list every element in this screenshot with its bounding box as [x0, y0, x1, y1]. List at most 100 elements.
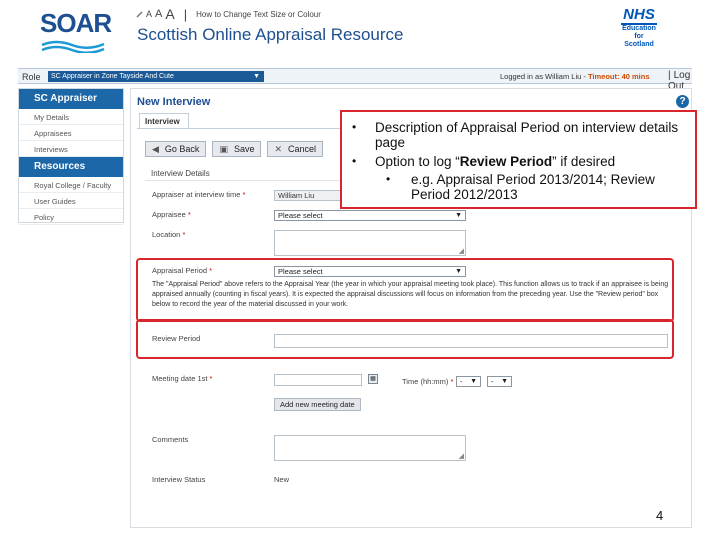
appraisee-label-text: Appraisee: [152, 210, 186, 219]
sidebar-item-policy[interactable]: Policy: [19, 209, 123, 225]
sidebar-item-royal-college[interactable]: Royal College / Faculty: [19, 177, 123, 193]
sub-bullet-marker: •: [386, 172, 391, 186]
required-marker: *: [209, 266, 213, 275]
save-label: Save: [233, 144, 255, 154]
meeting-date-label-text: Meeting date 1st: [152, 374, 208, 383]
text-size-small[interactable]: A: [146, 9, 152, 19]
nhs-logo-text: NHS: [621, 6, 657, 25]
callout-sub-bullet: e.g. Appraisal Period 2013/2014; Review …: [411, 172, 655, 202]
tab-interview[interactable]: Interview: [139, 113, 189, 128]
nhs-logo-line2: for: [634, 33, 644, 40]
sidebar-item-interviews[interactable]: Interviews: [19, 141, 123, 157]
meeting-date-label: Meeting date 1st *: [152, 374, 212, 383]
appraisee-select-value: Please select: [278, 211, 323, 220]
go-back-button[interactable]: ◀ Go Back: [145, 141, 207, 157]
help-icon[interactable]: ?: [676, 95, 689, 108]
bullet-marker: •: [352, 120, 357, 134]
role-label: Role: [22, 72, 41, 82]
time-hour-select[interactable]: - ▼: [456, 376, 481, 387]
page-title: New Interview: [137, 96, 211, 108]
time-label: Time (hh:mm) *: [402, 377, 453, 386]
interview-status-label: Interview Status: [152, 475, 206, 484]
timeout-text: Timeout: 40 mins: [587, 72, 650, 81]
back-arrow-icon: ◀: [152, 143, 159, 154]
add-meeting-date-button[interactable]: Add new meeting date: [274, 398, 361, 411]
callout-bullet-2: Option to log “Review Period” if desired: [375, 154, 693, 169]
location-textarea[interactable]: ◢: [274, 230, 466, 256]
required-marker: *: [182, 230, 186, 239]
nhs-logo-line1: Education: [622, 25, 656, 32]
close-icon: ✕: [274, 143, 283, 154]
text-size-controls: A A A | How to Change Text Size or Colou…: [136, 6, 321, 22]
logged-in-status: Logged in as William Liu - Timeout: 40 m…: [500, 72, 650, 81]
resize-grip-icon: ◢: [458, 248, 464, 255]
callout-bullet-1: Description of Appraisal Period on inter…: [375, 120, 679, 150]
required-marker: *: [242, 190, 246, 199]
required-marker: *: [187, 210, 191, 219]
chevron-down-icon: ▼: [253, 73, 260, 80]
callout-bullet-2-suffix: ” if desired: [552, 154, 616, 169]
callout-bullet-2-bold: Review Period: [459, 154, 553, 169]
cancel-label: Cancel: [288, 144, 317, 154]
appraiser-label-text: Appraiser at interview time: [152, 190, 241, 199]
annotation-callout: • Description of Appraisal Period on int…: [340, 110, 697, 209]
appraisee-select[interactable]: Please select ▼: [274, 210, 466, 221]
pencil-icon: [136, 10, 143, 18]
text-size-separator: |: [183, 6, 188, 22]
text-size-medium[interactable]: A: [155, 8, 162, 20]
appraiser-label: Appraiser at interview time *: [152, 190, 245, 199]
location-label-text: Location: [152, 230, 181, 239]
calendar-icon[interactable]: ▦: [368, 374, 378, 384]
sidebar-section-resources[interactable]: Resources: [19, 157, 123, 177]
page-number: 4: [656, 508, 664, 523]
nhs-education-logo: NHS Education for Scotland: [612, 6, 666, 56]
chevron-down-icon: ▼: [501, 378, 508, 385]
required-marker: *: [450, 377, 454, 386]
appraisal-period-label-text: Appraisal Period: [152, 266, 208, 275]
toolbar: ◀ Go Back ▣ Save ✕ Cancel: [145, 141, 324, 157]
sidebar-item-my-details[interactable]: My Details: [19, 109, 123, 125]
site-title: Scottish Online Appraisal Resource: [137, 25, 404, 44]
sidebar-item-appraisees[interactable]: Appraisees: [19, 125, 123, 141]
review-period-input[interactable]: [274, 334, 668, 348]
save-button[interactable]: ▣ Save: [212, 141, 262, 157]
sidebar-item-user-guides[interactable]: User Guides: [19, 193, 123, 209]
appraisal-period-select[interactable]: Please select ▼: [274, 266, 466, 277]
time-label-text: Time (hh:mm): [402, 377, 449, 386]
save-icon: ▣: [219, 143, 228, 154]
resize-grip-icon: ◢: [458, 453, 464, 460]
soar-logo-text: SOAR: [40, 8, 112, 38]
chevron-down-icon: ▼: [470, 378, 477, 385]
role-select[interactable]: SC Appraiser in Zone Tayside And Cute ▼: [48, 71, 264, 82]
time-minute-select[interactable]: - ▼: [487, 376, 512, 387]
appraisal-period-help-text: The "Appraisal Period" above refers to t…: [152, 281, 669, 308]
required-marker: *: [209, 374, 213, 383]
appraisee-label: Appraisee *: [152, 210, 191, 219]
text-size-large[interactable]: A: [165, 6, 174, 22]
text-size-help-link[interactable]: How to Change Text Size or Colour: [196, 10, 321, 19]
chevron-down-icon: ▼: [455, 268, 462, 275]
sidebar: SC Appraiser My Details Appraisees Inter…: [18, 88, 124, 225]
time-minute-value: -: [491, 377, 494, 386]
role-select-value: SC Appraiser in Zone Tayside And Cute: [51, 73, 174, 80]
soar-logo[interactable]: SOAR: [40, 8, 112, 54]
soar-logo-waves: [41, 40, 105, 53]
go-back-label: Go Back: [164, 144, 200, 154]
interview-details-heading: Interview Details: [151, 169, 210, 178]
appraiser-field: William Liu: [274, 190, 348, 201]
logout-separator: |: [668, 70, 671, 81]
time-hour-value: -: [460, 377, 463, 386]
location-label: Location *: [152, 230, 185, 239]
bullet-marker: •: [352, 154, 357, 168]
appraisal-period-label: Appraisal Period *: [152, 266, 212, 275]
callout-bullet-2-prefix: Option to log “: [375, 154, 460, 169]
cancel-button[interactable]: ✕ Cancel: [267, 141, 324, 157]
role-bar: Role SC Appraiser in Zone Tayside And Cu…: [18, 68, 692, 92]
meeting-date-input[interactable]: [274, 374, 362, 386]
interview-status-value: New: [274, 475, 290, 484]
chevron-down-icon: ▼: [455, 212, 462, 219]
nhs-logo-line3: Scotland: [624, 41, 654, 48]
comments-textarea[interactable]: ◢: [274, 435, 466, 461]
sidebar-section-sc-appraiser[interactable]: SC Appraiser: [19, 89, 123, 109]
site-header: SOAR A A A | How to Change Text Size or …: [0, 0, 720, 66]
